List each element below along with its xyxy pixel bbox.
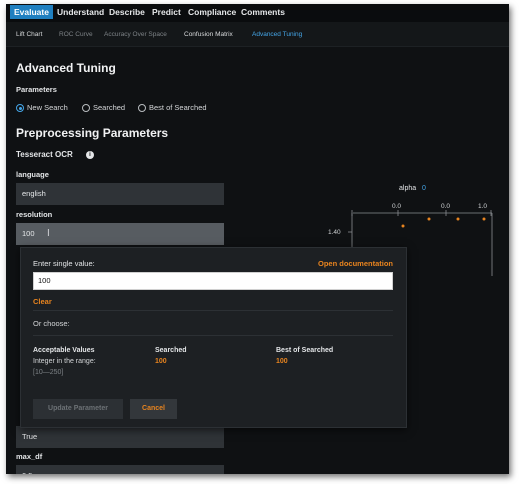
chart-title-count: 0 (422, 185, 426, 192)
divider (33, 310, 393, 311)
x-tick-2: 0.0 (441, 203, 450, 210)
tesseract-ocr-title: Tesseract OCR (16, 150, 73, 159)
chart-point (427, 217, 431, 221)
radio-label-searched[interactable]: Searched (93, 103, 125, 112)
tab-describe[interactable]: Describe (109, 7, 145, 17)
acceptable-values-header: Acceptable Values (33, 347, 95, 354)
open-documentation-link[interactable]: Open documentation (318, 259, 393, 268)
radio-label-new-search[interactable]: New Search (27, 103, 68, 112)
tab-predict[interactable]: Predict (152, 7, 181, 17)
chart-point (482, 217, 486, 221)
divider (33, 335, 393, 336)
chart-point (401, 224, 405, 228)
best-of-searched-value[interactable]: 100 (276, 358, 288, 365)
radio-label-best-of-searched[interactable]: Best of Searched (149, 103, 207, 112)
max-df-field[interactable]: 0.5 (16, 465, 224, 474)
tab-comments[interactable]: Comments (241, 7, 285, 17)
cancel-button[interactable]: Cancel (130, 399, 177, 419)
tab-evaluate[interactable]: Evaluate (10, 5, 53, 19)
resolution-value: 100 (22, 229, 35, 238)
top-nav: Evaluate Understand Describe Predict Com… (6, 4, 509, 22)
app-window: Evaluate Understand Describe Predict Com… (6, 4, 509, 474)
subtab-accuracy-over-space[interactable]: Accuracy Over Space (104, 31, 167, 38)
or-choose-label: Or choose: (33, 319, 70, 328)
radio-searched[interactable] (82, 104, 90, 112)
page-title: Advanced Tuning (16, 61, 116, 75)
language-field[interactable]: english (16, 183, 224, 205)
language-label: language (16, 170, 49, 179)
x-tick-1: 0.0 (392, 203, 401, 210)
sub-nav: Lift Chart ROC Curve Accuracy Over Space… (6, 22, 509, 47)
max-df-label: max_df (16, 452, 43, 461)
text-cursor-icon: I (47, 228, 50, 239)
tab-compliance[interactable]: Compliance (188, 7, 236, 17)
subtab-advanced-tuning[interactable]: Advanced Tuning (252, 31, 302, 38)
resolution-field[interactable]: 100 I (16, 223, 224, 245)
radio-best-of-searched[interactable] (138, 104, 146, 112)
enter-value-prompt: Enter single value: (33, 259, 95, 268)
searched-header: Searched (155, 347, 187, 354)
subtab-roc-curve[interactable]: ROC Curve (59, 31, 93, 38)
value-editor-popup: Enter single value: Open documentation 1… (20, 247, 407, 428)
subtab-confusion-matrix[interactable]: Confusion Matrix (184, 31, 233, 38)
clear-link[interactable]: Clear (33, 297, 52, 306)
y-tick: 1.40 (328, 229, 341, 236)
x-tick-3: 1.0 (478, 203, 487, 210)
update-parameter-button[interactable]: Update Parameter (33, 399, 123, 419)
resolution-label: resolution (16, 210, 53, 219)
boolean-field[interactable]: True (16, 426, 224, 448)
single-value-input[interactable]: 100 (33, 272, 393, 290)
chart-title: alpha (399, 185, 416, 192)
subtab-lift-chart[interactable]: Lift Chart (16, 31, 42, 38)
searched-value[interactable]: 100 (155, 358, 167, 365)
tab-understand[interactable]: Understand (57, 7, 104, 17)
parameters-label: Parameters (16, 85, 57, 94)
acceptable-range: [10—250] (33, 369, 64, 376)
radio-new-search[interactable] (16, 104, 24, 112)
best-of-searched-header: Best of Searched (276, 347, 334, 354)
info-icon[interactable]: i (86, 151, 94, 159)
preprocessing-title: Preprocessing Parameters (16, 126, 169, 140)
chart-point (456, 217, 460, 221)
acceptable-values-desc: Integer in the range: (33, 358, 96, 365)
